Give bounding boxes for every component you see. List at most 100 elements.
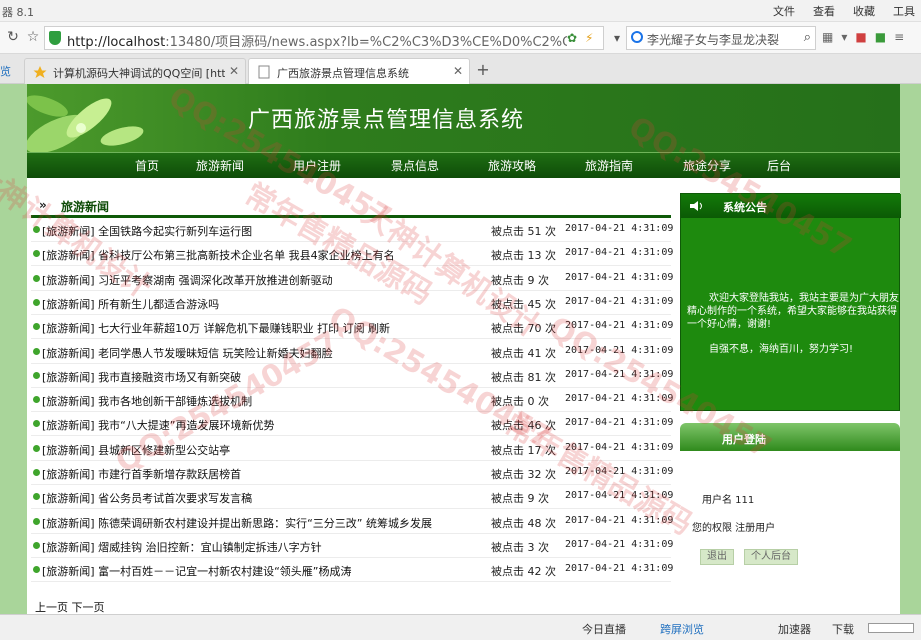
pager[interactable]: 上一页 下一页 bbox=[35, 599, 105, 615]
menu-favorites[interactable]: 收藏 bbox=[853, 3, 875, 19]
news-header-title: 旅游新闻 bbox=[61, 200, 110, 214]
news-row: [旅游新闻] 县城新区修建新型公交站亭 被点击 17 次 2017-04-21 4:… bbox=[31, 437, 673, 461]
news-click-count: 被点击 3 次 bbox=[491, 540, 549, 554]
notice-title: 系统公告 bbox=[723, 201, 767, 214]
news-date: 2017-04-21 4:31:09 bbox=[565, 538, 674, 550]
news-title-link[interactable]: [旅游新闻] 熠威挂钩 治旧控新：宜山镇制定拆违八字方针 bbox=[42, 539, 482, 555]
menu-view[interactable]: 查看 bbox=[813, 3, 835, 19]
shield-green-icon[interactable]: ■ bbox=[875, 30, 886, 44]
news-title-link[interactable]: [旅游新闻] 我市各地创新干部锤炼选拔机制 bbox=[42, 393, 482, 409]
lightning-icon[interactable]: ⚡ bbox=[585, 31, 593, 45]
news-row: [旅游新闻] 习近平考察湖南 强调深化改革开放推进创新驱动 被点击 9 次 2017… bbox=[31, 267, 674, 291]
bullet-icon bbox=[33, 493, 40, 501]
bullet-icon bbox=[33, 323, 40, 331]
news-title-link[interactable]: [旅游新闻] 富一村百姓－－记宜一村新农村建设“领头雁”杨成涛 bbox=[42, 563, 482, 579]
news-row: [旅游新闻] 我市“八大提速”再造发展环境新优势 被点击 46 次 2017-04-… bbox=[31, 412, 674, 437]
news-click-count: 被点击 41 次 bbox=[491, 346, 556, 360]
bullet-icon bbox=[33, 420, 40, 428]
news-title-link[interactable]: [旅游新闻] 市建行首季新增存款跃居榜首 bbox=[42, 466, 482, 482]
news-date: 2017-04-21 4:31:09 bbox=[565, 247, 674, 259]
logout-button[interactable]: 退出 bbox=[700, 549, 734, 565]
username-line: 用户名 111 bbox=[702, 495, 755, 506]
news-date: 2017-04-21 4:31:09 bbox=[565, 271, 674, 283]
status-cross-screen[interactable]: 跨屏浏览 bbox=[660, 621, 704, 637]
bullet-icon bbox=[33, 347, 40, 355]
news-row: [旅游新闻] 市建行首季新增存款跃居榜首 被点击 32 次 2017-04-21 4… bbox=[31, 461, 673, 485]
news-date: 2017-04-21 4:31:09 bbox=[565, 490, 674, 502]
menu-icon[interactable]: ≡ bbox=[894, 30, 904, 44]
news-row: [旅游新闻] 省科技厅公布第三批高新技术企业名单 我县4家企业榜上有名 被点击 1… bbox=[31, 242, 674, 267]
news-date: 2017-04-21 4:31:09 bbox=[565, 417, 674, 429]
browser-menu: 文件 查看 收藏 工具 bbox=[773, 3, 915, 19]
status-download[interactable]: 下载 bbox=[832, 621, 854, 637]
news-title-link[interactable]: [旅游新闻] 七大行业年薪超10万 详解危机下最赚钱职业 打印 订阅 刷新 bbox=[42, 320, 482, 336]
nav-admin[interactable]: 后台 bbox=[767, 157, 791, 174]
search-input[interactable]: 李光耀子女与李显龙决裂 bbox=[647, 31, 797, 48]
nav-share[interactable]: 旅途分享 bbox=[683, 157, 731, 174]
login-title: 用户登陆 bbox=[722, 433, 766, 446]
news-row: [旅游新闻] 富一村百姓－－记宜一村新农村建设“领头雁”杨成涛 被点击 42 次 2… bbox=[31, 558, 673, 583]
url-path: :13480/项目源码/news.aspx?lb=%C2%C3%D3%CE%D0… bbox=[165, 35, 567, 50]
nav-attractions[interactable]: 景点信息 bbox=[391, 157, 439, 174]
menu-tools[interactable]: 工具 bbox=[893, 3, 915, 19]
nav-register[interactable]: 用户注册 bbox=[293, 157, 341, 174]
nav-home[interactable]: 首页 bbox=[135, 157, 159, 174]
tab-label: 广西旅游景点管理信息系统 bbox=[277, 67, 409, 80]
menu-file[interactable]: 文件 bbox=[773, 3, 795, 19]
news-row: [旅游新闻] 陈德荣调研新农村建设并提出新思路：实行“三分三改” 统筹城乡发展被… bbox=[31, 510, 673, 534]
bullet-icon bbox=[33, 396, 40, 404]
news-title-link[interactable]: [旅游新闻] 陈德荣调研新农村建设并提出新思路：实行“三分三改” 统筹城乡发展 bbox=[42, 515, 482, 531]
bullet-icon bbox=[33, 250, 40, 258]
news-click-count: 被点击 46 次 bbox=[491, 419, 556, 433]
dropdown-icon[interactable]: ▾ bbox=[608, 29, 626, 47]
close-icon[interactable]: ✕ bbox=[229, 64, 239, 78]
bullet-icon bbox=[33, 566, 40, 574]
tab-current[interactable]: 广西旅游景点管理信息系统 ✕ bbox=[248, 58, 470, 84]
notice-panel: 系统公告 欢迎大家登陆我站，我站主要是为广大朋友精心制作的一个系统，希望大家能够… bbox=[680, 193, 901, 411]
news-title-link[interactable]: [旅游新闻] 我市“八大提速”再造发展环境新优势 bbox=[42, 417, 482, 433]
news-click-count: 被点击 42 次 bbox=[491, 565, 556, 579]
star-icon[interactable]: ☆ bbox=[24, 28, 42, 46]
tab-bar: 览 计算机源码大神调试的QQ空间 [http: ✕ 广西旅游景点管理信息系统 ✕… bbox=[0, 54, 921, 84]
status-bar: 今日直播 跨屏浏览 加速器 下载 bbox=[0, 614, 921, 640]
compat-icon[interactable]: ✿ bbox=[567, 31, 577, 45]
news-click-count: 被点击 45 次 bbox=[491, 297, 556, 311]
refresh-icon[interactable]: ↻ bbox=[4, 28, 22, 46]
notice-motto: 自强不息，海纳百川，努力学习! bbox=[709, 344, 854, 355]
news-title-link[interactable]: [旅游新闻] 所有新生儿都适合游泳吗 bbox=[42, 296, 482, 312]
favorites-label[interactable]: 览 bbox=[0, 63, 11, 79]
news-date: 2017-04-21 4:31:09 bbox=[565, 344, 674, 356]
search-box[interactable]: 李光耀子女与李显龙决裂 ⌕ bbox=[626, 26, 816, 50]
news-row: [旅游新闻] 老同学愚人节发暧昧短信 玩笑险让新婚夫妇翻脸 被点击 41 次 201… bbox=[31, 340, 674, 364]
status-live[interactable]: 今日直播 bbox=[582, 621, 626, 637]
news-title-link[interactable]: [旅游新闻] 我市直接融资市场又有新突破 bbox=[42, 369, 482, 385]
notice-body: 欢迎大家登陆我站，我站主要是为广大朋友精心制作的一个系统，希望大家能够在我站获得… bbox=[687, 293, 899, 330]
tab-qq-space[interactable]: 计算机源码大神调试的QQ空间 [http: ✕ bbox=[24, 58, 246, 84]
zoom-progress bbox=[868, 623, 914, 633]
news-title-link[interactable]: [旅游新闻] 省科技厅公布第三批高新技术企业名单 我县4家企业榜上有名 bbox=[42, 247, 482, 263]
search-icon[interactable]: ⌕ bbox=[804, 30, 811, 45]
nav-directory[interactable]: 旅游指南 bbox=[585, 157, 633, 174]
news-title-link[interactable]: [旅游新闻] 县城新区修建新型公交站亭 bbox=[42, 442, 482, 458]
news-title-link[interactable]: [旅游新闻] 全国铁路今起实行新列车运行图 bbox=[42, 223, 482, 239]
news-click-count: 被点击 9 次 bbox=[491, 273, 549, 287]
new-tab-button[interactable]: + bbox=[472, 60, 494, 80]
grid-icon[interactable]: ▦ bbox=[822, 30, 833, 44]
address-url[interactable]: http://localhost:13480/项目源码/news.aspx?lb… bbox=[67, 31, 567, 50]
extension-icon[interactable]: ■ bbox=[855, 30, 866, 44]
nav-guides[interactable]: 旅游攻略 bbox=[488, 157, 536, 174]
news-title-link[interactable]: [旅游新闻] 老同学愚人节发暧昧短信 玩笑险让新婚夫妇翻脸 bbox=[42, 345, 482, 361]
news-title-link[interactable]: [旅游新闻] 省公务员考试首次要求写发言稿 bbox=[42, 490, 482, 506]
browser-toolbar: ↻ ☆ http://localhost:13480/项目源码/news.asp… bbox=[0, 22, 921, 54]
news-title-link[interactable]: [旅游新闻] 习近平考察湖南 强调深化改革开放推进创新驱动 bbox=[42, 272, 482, 288]
chevron-down-icon[interactable]: ▾ bbox=[841, 30, 847, 44]
address-bar[interactable]: http://localhost:13480/项目源码/news.aspx?lb… bbox=[44, 26, 604, 50]
nav-news[interactable]: 旅游新闻 bbox=[196, 157, 244, 174]
status-accelerator[interactable]: 加速器 bbox=[778, 621, 811, 637]
login-header: 用户登陆 bbox=[680, 423, 900, 451]
bullet-icon bbox=[33, 444, 40, 452]
news-click-count: 被点击 70 次 bbox=[491, 322, 556, 336]
news-row: [旅游新闻] 我市直接融资市场又有新突破 被点击 81 次 2017-04-21 4… bbox=[31, 364, 673, 388]
close-icon[interactable]: ✕ bbox=[453, 64, 463, 78]
personal-admin-button[interactable]: 个人后台 bbox=[744, 549, 798, 565]
